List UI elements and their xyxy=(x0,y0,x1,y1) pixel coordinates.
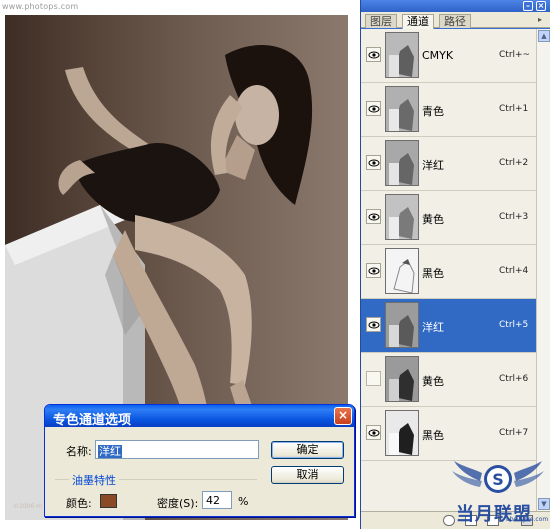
dialog-titlebar[interactable]: 专色通道选项 × xyxy=(45,405,354,428)
tab-channels[interactable]: 通道 xyxy=(402,14,434,29)
density-unit: % xyxy=(238,495,249,508)
close-icon[interactable]: × xyxy=(536,1,546,11)
ink-color-swatch[interactable] xyxy=(100,494,117,508)
channel-thumbnail xyxy=(385,194,419,240)
spot-channel-options-dialog: 专色通道选项 × 名称: 洋红 确定 取消 油墨特性 颜色: 密度(S): 42… xyxy=(44,404,355,517)
channel-name: 黑色 xyxy=(422,429,444,442)
channel-shortcut: Ctrl+~ xyxy=(499,50,531,60)
cancel-button[interactable]: 取消 xyxy=(271,466,344,484)
tab-paths[interactable]: 路径 xyxy=(439,14,471,28)
channel-shortcut: Ctrl+5 xyxy=(499,320,529,330)
scroll-up-arrow-icon[interactable]: ▲ xyxy=(538,30,550,42)
dialog-title: 专色通道选项 xyxy=(53,413,132,428)
channel-shortcut: Ctrl+4 xyxy=(499,266,529,276)
visibility-eye-icon[interactable] xyxy=(366,101,381,116)
channel-row-spot-magenta[interactable]: 洋红 Ctrl+5 xyxy=(361,299,536,353)
channel-shortcut: Ctrl+6 xyxy=(499,374,529,384)
channel-row-magenta[interactable]: 洋红 Ctrl+2 xyxy=(361,137,536,191)
photo-credit-text: ©2006 m xyxy=(13,503,43,510)
visibility-eye-icon[interactable] xyxy=(366,155,381,170)
channel-row-cyan[interactable]: 青色 Ctrl+1 xyxy=(361,83,536,137)
channel-row-yellow[interactable]: 黄色 Ctrl+3 xyxy=(361,191,536,245)
panel-titlebar[interactable]: – × xyxy=(361,0,550,12)
panel-tabs: 图层 通道 路径 ▸ xyxy=(361,12,550,29)
visibility-toggle-empty[interactable] xyxy=(366,371,381,386)
tab-layers[interactable]: 图层 xyxy=(365,14,397,28)
channel-thumbnail xyxy=(385,302,419,348)
color-label: 颜色: xyxy=(66,497,92,510)
channel-name: 黄色 xyxy=(422,375,444,388)
channel-name: CMYK xyxy=(422,49,454,62)
channel-thumbnail xyxy=(385,86,419,132)
minimize-icon[interactable]: – xyxy=(523,1,533,11)
watermark-text: www.photops.com xyxy=(2,2,79,11)
channels-panel: – × 图层 通道 路径 ▸ CMYK Ctrl+~ 青色 Ctrl+1 洋红 … xyxy=(360,0,550,529)
channel-list: CMYK Ctrl+~ 青色 Ctrl+1 洋红 Ctrl+2 黄色 Ctrl+… xyxy=(361,29,550,511)
visibility-eye-icon[interactable] xyxy=(366,317,381,332)
channel-shortcut: Ctrl+7 xyxy=(499,428,529,438)
channel-shortcut: Ctrl+3 xyxy=(499,212,529,222)
name-input[interactable]: 洋红 xyxy=(95,440,259,459)
ok-button[interactable]: 确定 xyxy=(271,441,344,459)
channel-thumbnail xyxy=(385,410,419,456)
channel-list-scrollbar[interactable]: ▲ ▼ xyxy=(536,29,550,511)
name-input-value: 洋红 xyxy=(98,445,122,458)
site-logo-url: bbs.5yue.com xyxy=(506,516,549,523)
visibility-eye-icon[interactable] xyxy=(366,209,381,224)
channel-thumbnail xyxy=(385,248,419,294)
channel-shortcut: Ctrl+2 xyxy=(499,158,529,168)
visibility-eye-icon[interactable] xyxy=(366,425,381,440)
dialog-body: 名称: 洋红 确定 取消 油墨特性 颜色: 密度(S): 42 % xyxy=(45,427,354,516)
density-label: 密度(S): xyxy=(157,497,199,510)
channel-row-cmyk[interactable]: CMYK Ctrl+~ xyxy=(361,29,536,83)
channel-thumbnail xyxy=(385,140,419,186)
channel-shortcut: Ctrl+1 xyxy=(499,104,529,114)
visibility-eye-icon[interactable] xyxy=(366,263,381,278)
channel-name: 洋红 xyxy=(422,321,444,334)
density-input[interactable]: 42 xyxy=(202,491,232,509)
channel-name: 青色 xyxy=(422,105,444,118)
channel-thumbnail xyxy=(385,356,419,402)
visibility-eye-icon[interactable] xyxy=(366,47,381,62)
channel-name: 黑色 xyxy=(422,267,444,280)
channel-name: 洋红 xyxy=(422,159,444,172)
channel-thumbnail xyxy=(385,32,419,78)
channel-row-black[interactable]: 黑色 Ctrl+4 xyxy=(361,245,536,299)
ink-characteristics-title: 油墨特性 xyxy=(69,472,119,488)
channel-row-spot-black[interactable]: 黑色 Ctrl+7 xyxy=(361,407,536,461)
dialog-close-icon[interactable]: × xyxy=(334,407,352,425)
svg-text:S: S xyxy=(492,470,504,489)
channel-name: 黄色 xyxy=(422,213,444,226)
panel-menu-icon[interactable]: ▸ xyxy=(538,15,547,24)
name-label: 名称: xyxy=(66,445,92,458)
channel-row-spot-yellow[interactable]: 黄色 Ctrl+6 xyxy=(361,353,536,407)
